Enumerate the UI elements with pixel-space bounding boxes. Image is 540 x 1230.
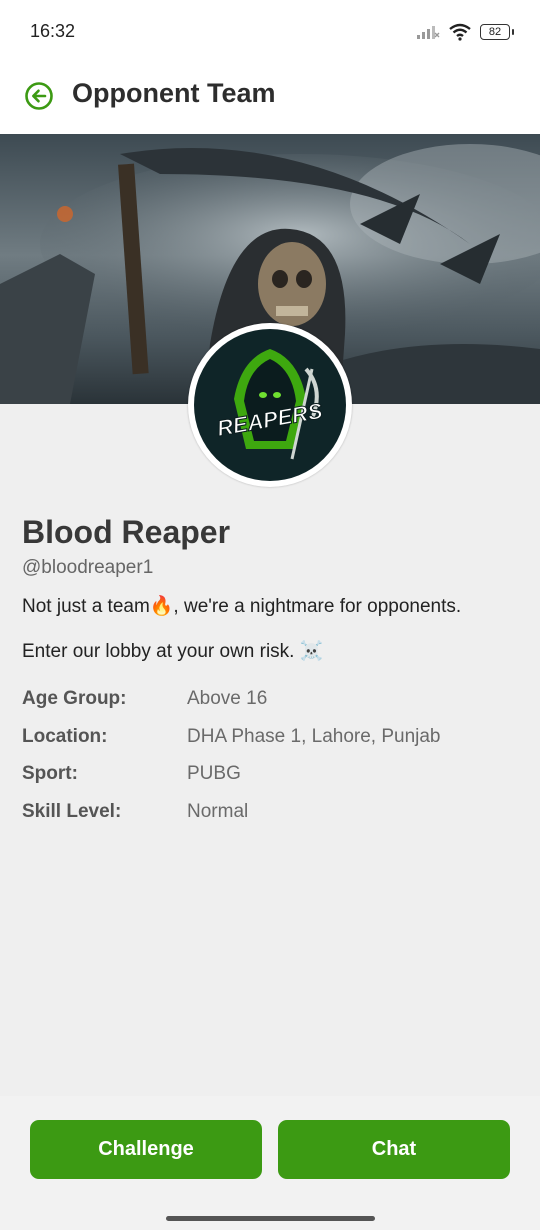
page-title: Opponent Team — [72, 78, 276, 108]
detail-label: Sport: — [22, 763, 78, 784]
back-arrow-icon[interactable] — [22, 79, 56, 113]
wifi-icon — [449, 23, 471, 41]
team-name: Blood Reaper — [22, 514, 231, 550]
app-bar: Opponent Team — [0, 66, 540, 134]
team-avatar: REAPERS — [188, 323, 352, 487]
team-handle: @bloodreaper1 — [22, 557, 154, 578]
home-indicator[interactable] — [166, 1216, 375, 1221]
battery-indicator: 82 — [480, 24, 514, 40]
detail-value: Above 16 — [187, 688, 268, 709]
detail-label: Skill Level: — [22, 801, 122, 822]
signal-icon — [417, 26, 440, 39]
team-logo: REAPERS — [194, 329, 346, 481]
status-time: 16:32 — [30, 21, 76, 41]
detail-value: PUBG — [187, 763, 241, 784]
team-bio-line: Enter our lobby at your own risk. ☠️ — [22, 641, 324, 662]
status-icons: 82 — [416, 20, 514, 44]
detail-value: Normal — [187, 801, 249, 822]
detail-label: Location: — [22, 726, 108, 747]
status-bar: 16:32 82 — [0, 0, 540, 66]
chat-button[interactable]: Chat — [278, 1120, 510, 1179]
challenge-button[interactable]: Challenge — [30, 1120, 262, 1179]
detail-label: Age Group: — [22, 688, 127, 709]
team-bio-line: Not just a team🔥, we're a nightmare for … — [22, 596, 462, 617]
detail-value: DHA Phase 1, Lahore, Punjab — [187, 726, 441, 747]
action-bar: Challenge Chat — [0, 1096, 540, 1230]
